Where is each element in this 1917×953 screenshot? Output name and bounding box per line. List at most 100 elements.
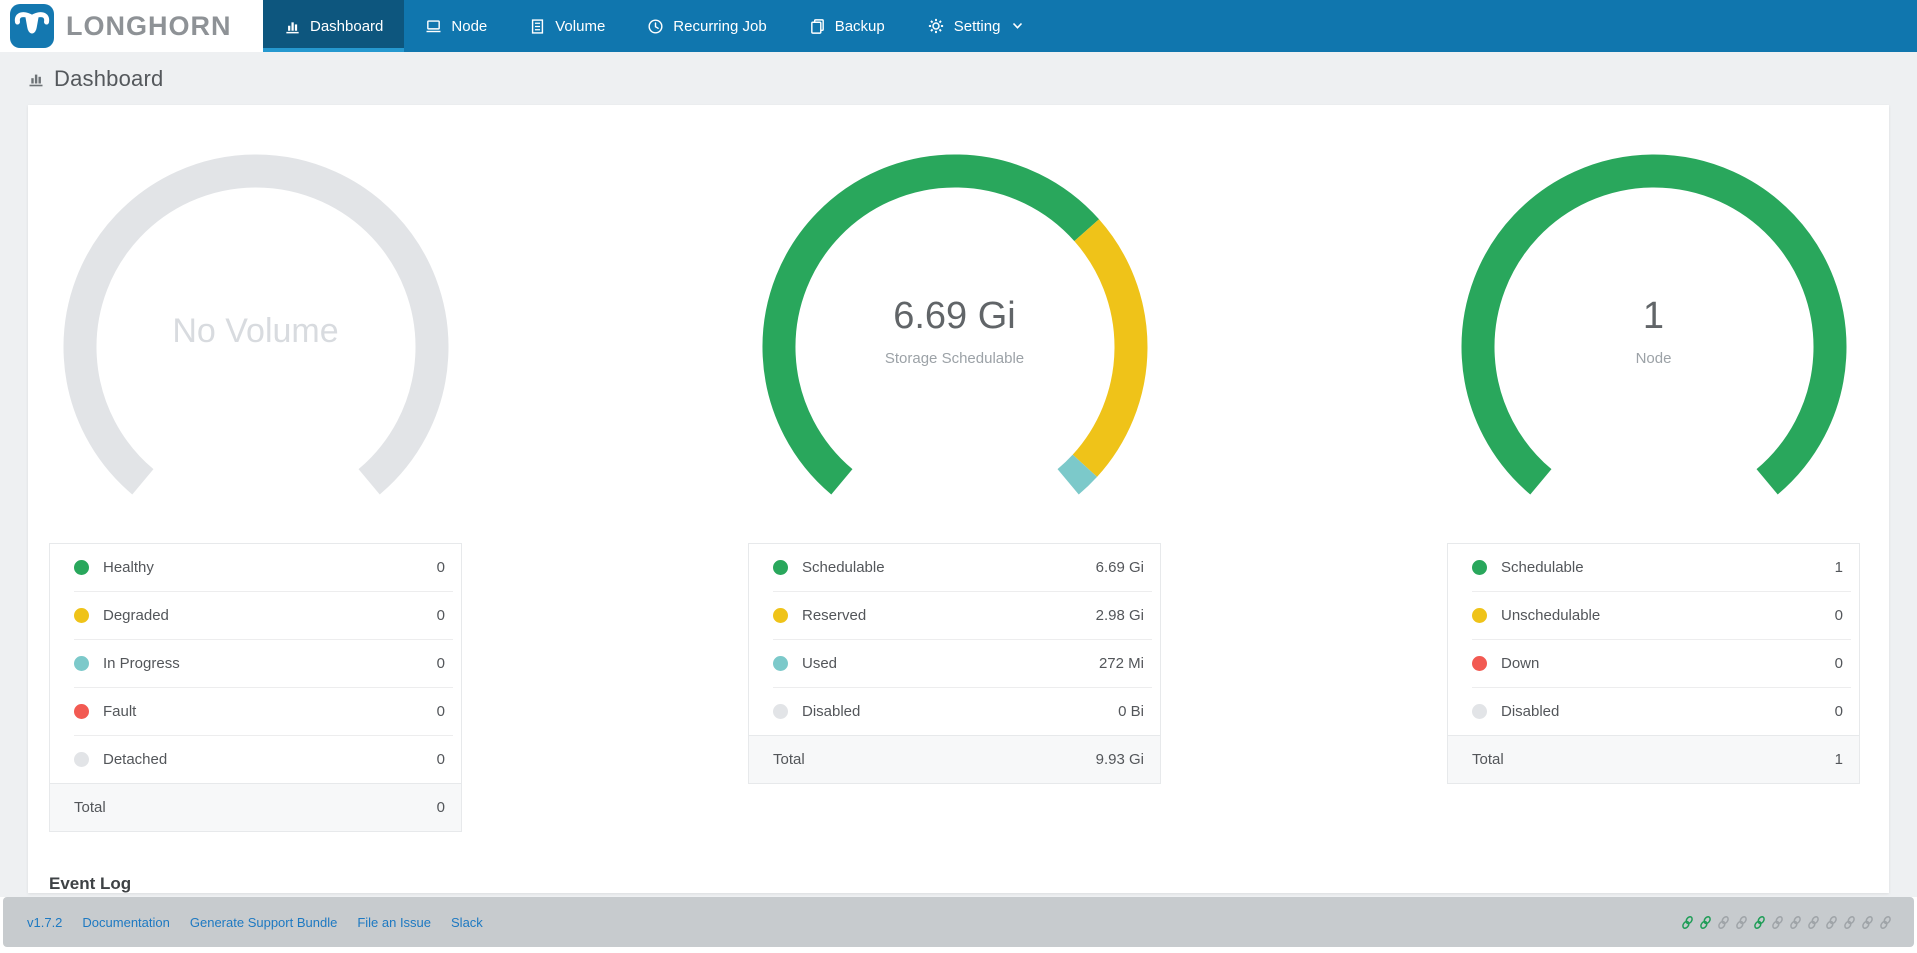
chain-link-icon (1736, 915, 1747, 929)
status-label: Used (802, 655, 838, 672)
gauge-arc-segment (63, 154, 448, 495)
brand-name: LONGHORN (66, 10, 232, 41)
chain-link-icon (1682, 915, 1693, 929)
status-row: Reserved 2.98 Gi (749, 592, 1160, 639)
nav-tab-volume[interactable]: Volume (508, 0, 626, 52)
volume-summary-column: No Volume Healthy 0 Degraded 0 In Progress 0 F… (49, 149, 462, 832)
gauge-arc-segment (761, 154, 1099, 495)
event-log-heading: Event Log (49, 874, 132, 893)
status-value: 6.69 Gi (1095, 559, 1144, 576)
status-value: 0 (1834, 703, 1843, 720)
dashboard-icon (286, 21, 299, 33)
version-link[interactable]: v1.7.2 (27, 915, 62, 930)
node-gauge: 1 Node (1454, 149, 1854, 509)
status-value: 0 Bi (1118, 703, 1144, 720)
nav-menu: Dashboard Node Volume Recurring Job Back… (263, 0, 1044, 52)
storage-gauge: 6.69 Gi Storage Schedulable (755, 149, 1155, 509)
node-summary-column: 1 Node Schedulable 1 Unschedulable 0 Down 0 Di… (1447, 149, 1860, 832)
backup-icon (810, 18, 824, 34)
volume-gauge: No Volume (56, 149, 456, 509)
longhorn-logo[interactable]: LONGHORN (0, 0, 263, 52)
chain-link-icon (1808, 915, 1819, 929)
status-label: Detached (103, 751, 168, 768)
dashboard-title-icon (27, 70, 45, 88)
top-navbar: LONGHORN Dashboard Node Volume Recurring… (0, 0, 1917, 52)
status-row: Down 0 (1448, 640, 1859, 687)
status-dot (773, 704, 788, 719)
status-value: 2.98 Gi (1095, 607, 1144, 624)
status-row: Degraded 0 (50, 592, 461, 639)
total-label: Total (74, 799, 106, 816)
node-status-table: Schedulable 1 Unschedulable 0 Down 0 Disabled 0… (1447, 543, 1860, 784)
status-value: 0 (436, 703, 445, 720)
storage-summary-column: 6.69 Gi Storage Schedulable Schedulable 6… (748, 149, 1161, 832)
status-row: Fault 0 (50, 688, 461, 735)
chain-link-icon (1880, 915, 1891, 929)
page-title: Dashboard (54, 65, 164, 91)
nav-label: Volume (555, 17, 606, 35)
status-row: Schedulable 6.69 Gi (749, 544, 1160, 591)
status-label: Healthy (103, 559, 154, 576)
status-label: Disabled (1501, 703, 1560, 720)
status-value: 0 (436, 655, 445, 672)
status-dot (1472, 608, 1487, 623)
status-dot (773, 560, 788, 575)
nav-tab-setting[interactable]: Setting (906, 0, 1045, 52)
documentation-link[interactable]: Documentation (82, 915, 169, 930)
status-row: Schedulable 1 (1448, 544, 1859, 591)
status-dot (74, 608, 89, 623)
chain-link-icon (1862, 915, 1873, 929)
status-row: In Progress 0 (50, 640, 461, 687)
status-label: Schedulable (1501, 559, 1584, 576)
page-header: Dashboard (0, 52, 1917, 105)
nav-tab-backup[interactable]: Backup (788, 0, 906, 52)
status-dot (773, 656, 788, 671)
total-value: 1 (1834, 751, 1843, 768)
status-dot (1472, 560, 1487, 575)
chain-link-icon (1754, 915, 1765, 929)
status-dot (74, 752, 89, 767)
status-dot (773, 608, 788, 623)
gear-icon (928, 18, 943, 34)
footer-link-icons (1680, 915, 1893, 930)
file-an-issue-link[interactable]: File an Issue (357, 915, 431, 930)
status-label: Unschedulable (1501, 607, 1601, 624)
status-row: Detached 0 (50, 736, 461, 783)
status-label: Down (1501, 655, 1540, 672)
status-dot (1472, 656, 1487, 671)
status-label: Degraded (103, 607, 169, 624)
status-value: 0 (436, 751, 445, 768)
total-value: 0 (436, 799, 445, 816)
clock-icon (648, 18, 663, 34)
status-dot (1472, 704, 1487, 719)
status-label: In Progress (103, 655, 180, 672)
total-row: Total 1 (1448, 735, 1859, 783)
status-value: 0 (436, 607, 445, 624)
total-value: 9.93 Gi (1095, 751, 1144, 768)
chain-link-icon (1844, 915, 1855, 929)
status-row: Disabled 0 (1448, 688, 1859, 735)
status-dot (74, 704, 89, 719)
nav-label: Node (451, 17, 488, 35)
volume-icon (532, 18, 544, 34)
chain-link-icon (1700, 915, 1711, 929)
gauge-arc-segment (1056, 454, 1097, 495)
slack-link[interactable]: Slack (451, 915, 483, 930)
chain-link-icon (1826, 915, 1837, 929)
node-icon (426, 19, 441, 32)
total-row: Total 9.93 Gi (749, 735, 1160, 783)
chain-link-icon (1772, 915, 1783, 929)
status-row: Healthy 0 (50, 544, 461, 591)
nav-tab-recurring-job[interactable]: Recurring Job (626, 0, 787, 52)
status-value: 0 (1834, 655, 1843, 672)
nav-tab-dashboard[interactable]: Dashboard (263, 0, 405, 52)
dashboard-panel: No Volume Healthy 0 Degraded 0 In Progress 0 F… (28, 105, 1889, 893)
status-label: Schedulable (802, 559, 885, 576)
storage-status-table: Schedulable 6.69 Gi Reserved 2.98 Gi Used 272… (748, 543, 1161, 784)
status-row: Unschedulable 0 (1448, 592, 1859, 639)
generate-support-bundle-link[interactable]: Generate Support Bundle (190, 915, 337, 930)
nav-tab-node[interactable]: Node (404, 0, 508, 52)
gauge-arc-segment (1461, 154, 1846, 495)
nav-label: Setting (953, 17, 1001, 35)
nav-label: Dashboard (310, 17, 384, 35)
